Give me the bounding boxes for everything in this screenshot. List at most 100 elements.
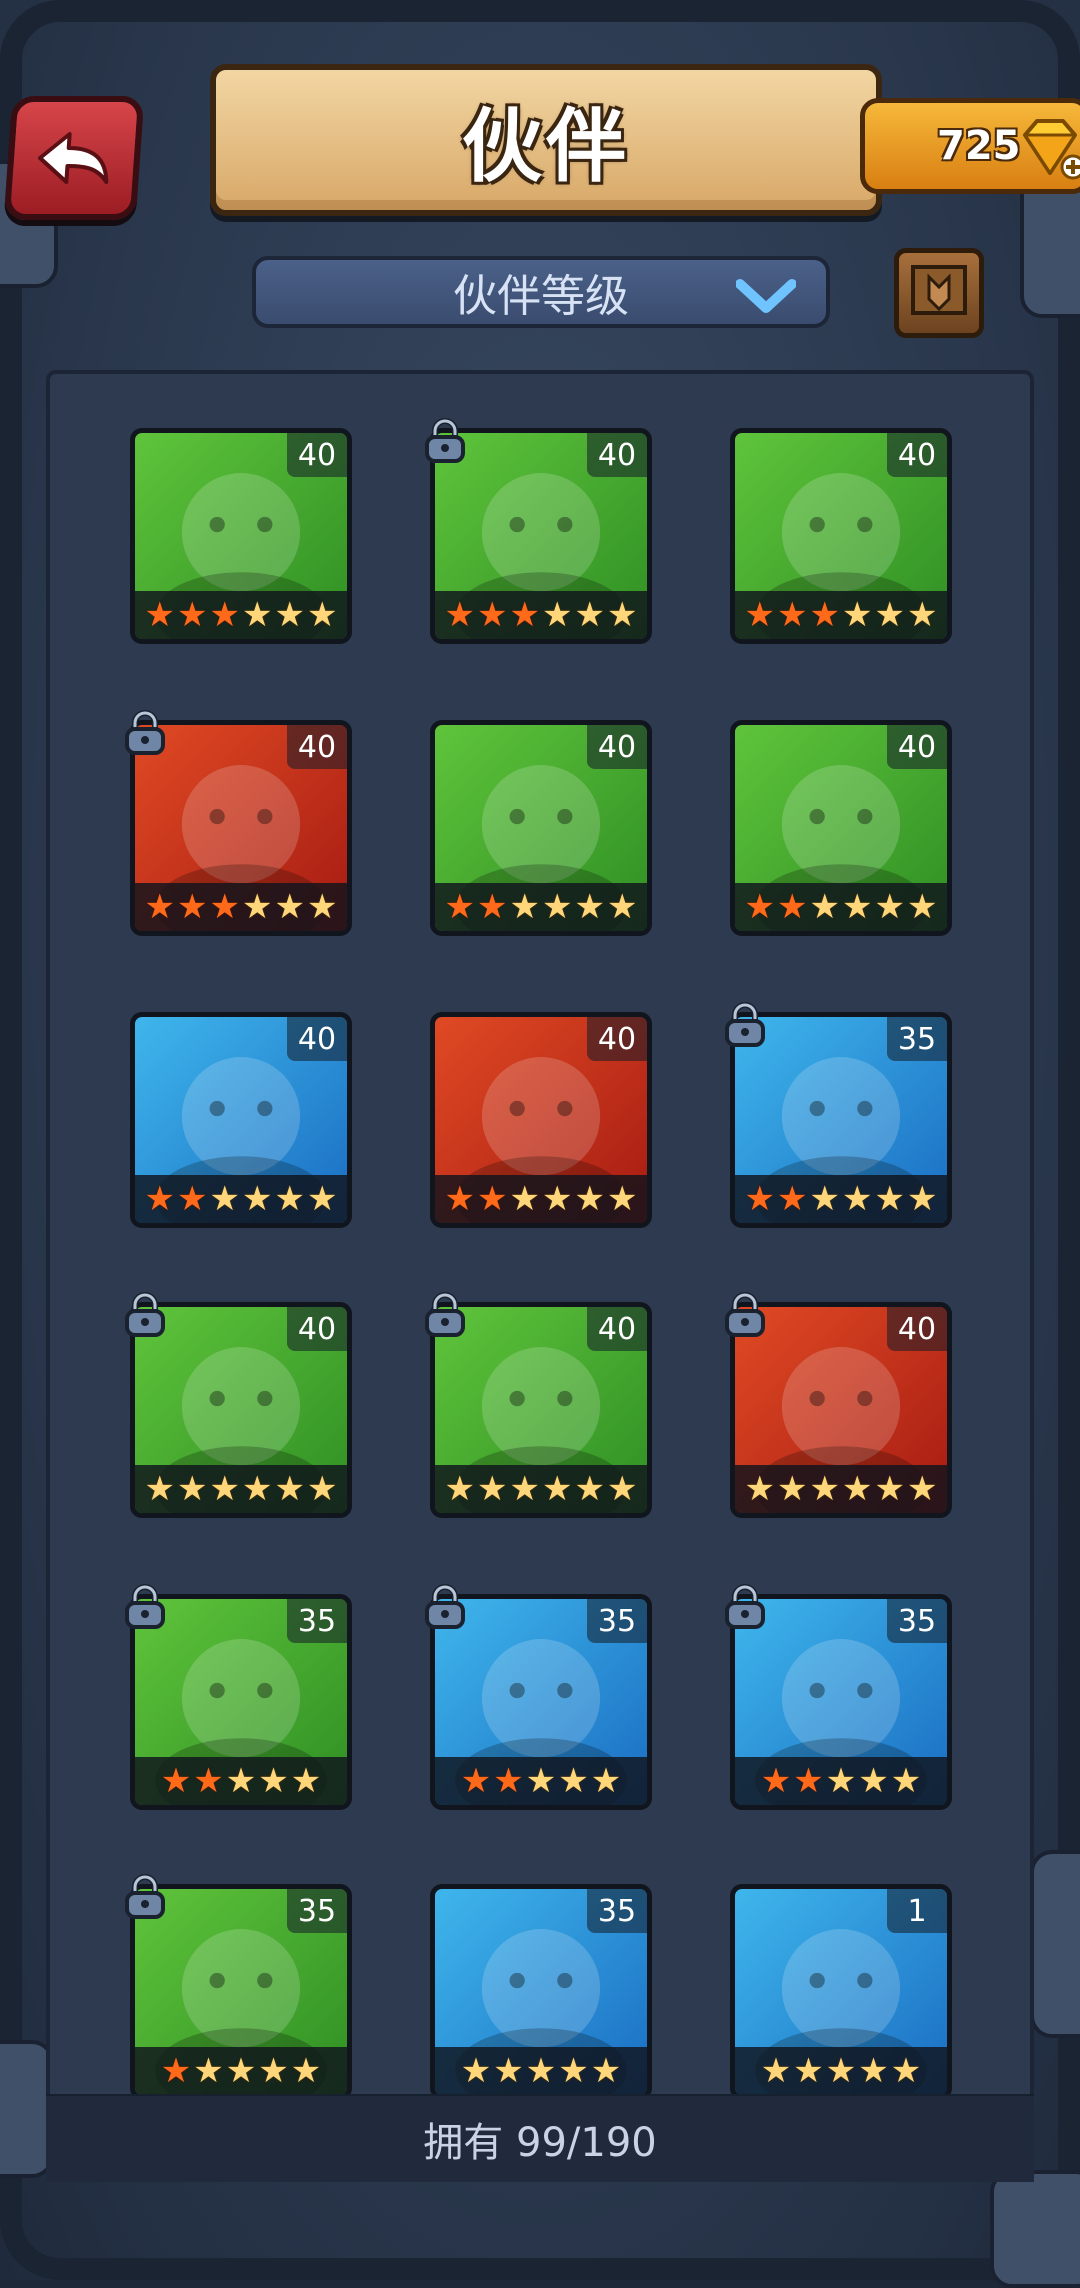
- star-icon: ★: [209, 595, 240, 635]
- star-icon: ★: [306, 887, 338, 927]
- star-rating: ★ ★ ★ ★ ★: [735, 2047, 947, 2095]
- gem-icon: [1023, 119, 1080, 180]
- star-icon: ★: [777, 595, 808, 635]
- star-icon: ★: [460, 2051, 492, 2091]
- partner-level: 40: [887, 725, 947, 769]
- partner-level: 35: [287, 1599, 347, 1643]
- back-button[interactable]: [3, 96, 145, 220]
- star-rating: ★ ★ ★ ★ ★ ★: [135, 591, 347, 639]
- sort-dropdown[interactable]: 伙伴等级: [252, 256, 830, 328]
- star-icon: ★: [777, 1179, 808, 1219]
- owned-count: 拥有 99/190: [423, 2120, 657, 2166]
- partner-card[interactable]: 40 ★ ★ ★ ★ ★ ★: [130, 1012, 352, 1228]
- star-icon: ★: [509, 887, 540, 927]
- partner-level: 40: [287, 1017, 347, 1061]
- star-icon: ★: [542, 1179, 573, 1219]
- star-icon: ★: [177, 1469, 208, 1509]
- star-icon: ★: [193, 1761, 224, 1801]
- partner-card[interactable]: 40 ★ ★ ★ ★ ★ ★: [130, 428, 352, 644]
- star-icon: ★: [509, 1179, 540, 1219]
- chevron-down-icon: [736, 279, 796, 313]
- star-icon: ★: [209, 887, 240, 927]
- star-rating: ★ ★ ★ ★ ★: [135, 1757, 347, 1805]
- star-icon: ★: [306, 1469, 338, 1509]
- star-rating: ★ ★ ★ ★ ★ ★: [135, 1465, 347, 1513]
- partner-level: 35: [587, 1889, 647, 1933]
- partner-level: 35: [887, 1599, 947, 1643]
- star-icon: ★: [209, 1469, 240, 1509]
- partner-card[interactable]: 1 ★ ★ ★ ★ ★: [730, 1884, 952, 2100]
- star-icon: ★: [590, 2051, 622, 2091]
- star-icon: ★: [590, 1761, 622, 1801]
- partner-card[interactable]: 35 ★ ★ ★ ★ ★: [430, 1884, 652, 2100]
- star-icon: ★: [760, 2051, 792, 2091]
- star-icon: ★: [574, 595, 605, 635]
- star-rating: ★ ★ ★ ★ ★ ★: [735, 1175, 947, 1223]
- star-icon: ★: [744, 1469, 776, 1509]
- star-icon: ★: [258, 1761, 289, 1801]
- star-icon: ★: [525, 1761, 557, 1801]
- book-button[interactable]: [894, 248, 984, 338]
- gem-counter-button[interactable]: 725: [860, 98, 1080, 194]
- book-icon: [911, 265, 967, 315]
- star-icon: ★: [542, 887, 573, 927]
- star-icon: ★: [606, 595, 638, 635]
- star-rating: ★ ★ ★ ★ ★ ★: [435, 1465, 647, 1513]
- star-icon: ★: [793, 1761, 824, 1801]
- star-icon: ★: [274, 1469, 305, 1509]
- star-icon: ★: [574, 1179, 605, 1219]
- star-icon: ★: [744, 1179, 776, 1219]
- lock-icon: [120, 1292, 170, 1338]
- partner-level: 40: [587, 1307, 647, 1351]
- star-icon: ★: [290, 2051, 322, 2091]
- star-icon: ★: [460, 1761, 492, 1801]
- star-icon: ★: [793, 2051, 824, 2091]
- star-icon: ★: [177, 595, 208, 635]
- partner-card[interactable]: 40 ★ ★ ★ ★ ★ ★: [430, 1012, 652, 1228]
- star-rating: ★ ★ ★ ★ ★ ★: [135, 883, 347, 931]
- star-icon: ★: [606, 1179, 638, 1219]
- star-icon: ★: [144, 1469, 176, 1509]
- star-icon: ★: [160, 2051, 192, 2091]
- star-icon: ★: [777, 887, 808, 927]
- lock-icon: [420, 1584, 470, 1630]
- partner-card[interactable]: 40 ★ ★ ★ ★ ★ ★: [430, 720, 652, 936]
- star-icon: ★: [874, 1469, 905, 1509]
- star-icon: ★: [242, 1469, 273, 1509]
- star-icon: ★: [542, 1469, 573, 1509]
- lock-icon: [420, 1292, 470, 1338]
- star-icon: ★: [160, 1761, 192, 1801]
- star-icon: ★: [242, 887, 273, 927]
- partner-card[interactable]: 40 ★ ★ ★ ★ ★ ★: [730, 720, 952, 936]
- partner-card[interactable]: 40 ★ ★ ★ ★ ★ ★: [730, 428, 952, 644]
- partner-level: 40: [287, 725, 347, 769]
- frame-rock: [1030, 1850, 1080, 2038]
- star-icon: ★: [177, 1179, 208, 1219]
- star-icon: ★: [858, 2051, 889, 2091]
- lock-icon: [120, 1874, 170, 1920]
- star-icon: ★: [542, 595, 573, 635]
- star-icon: ★: [193, 2051, 224, 2091]
- star-icon: ★: [606, 1469, 638, 1509]
- star-rating: ★ ★ ★ ★ ★: [735, 1757, 947, 1805]
- star-icon: ★: [444, 1179, 476, 1219]
- star-icon: ★: [209, 1179, 240, 1219]
- star-icon: ★: [574, 1469, 605, 1509]
- star-icon: ★: [444, 595, 476, 635]
- star-icon: ★: [225, 2051, 257, 2091]
- star-icon: ★: [274, 1179, 305, 1219]
- star-icon: ★: [825, 2051, 857, 2091]
- star-icon: ★: [177, 887, 208, 927]
- star-icon: ★: [906, 1469, 938, 1509]
- star-rating: ★ ★ ★ ★ ★ ★: [135, 1175, 347, 1223]
- star-icon: ★: [242, 1179, 273, 1219]
- star-icon: ★: [225, 1761, 257, 1801]
- partner-level: 40: [587, 433, 647, 477]
- star-icon: ★: [477, 887, 508, 927]
- star-icon: ★: [444, 887, 476, 927]
- gem-count: 725: [937, 123, 1021, 169]
- star-icon: ★: [744, 887, 776, 927]
- star-icon: ★: [306, 595, 338, 635]
- star-icon: ★: [509, 1469, 540, 1509]
- lock-icon: [120, 710, 170, 756]
